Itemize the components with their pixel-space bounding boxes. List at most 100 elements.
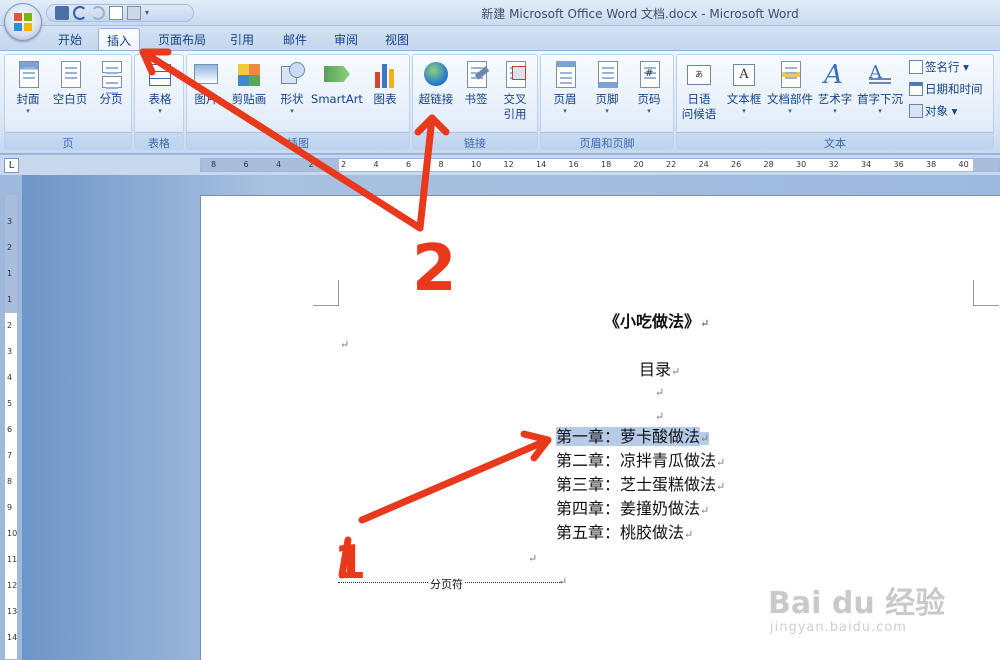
footer-button[interactable]: 页脚 ▾ [587, 58, 627, 115]
greetings-icon: あ [684, 60, 714, 90]
tab-insert[interactable]: 插入 [98, 28, 140, 51]
tab-view[interactable]: 视图 [377, 28, 417, 50]
page-number-button[interactable]: # 页码 ▾ [629, 58, 669, 115]
blank-page-icon [55, 60, 85, 90]
tab-mailings[interactable]: 邮件 [275, 28, 315, 50]
baidu-watermark: Bai du 经验 [768, 586, 946, 621]
group-links-label: 链接 [413, 132, 537, 150]
cover-page-button[interactable]: 封面 ▾ [9, 58, 47, 115]
smartart-icon [322, 60, 352, 90]
bookmark-button[interactable]: 书签 [459, 58, 493, 107]
date-time-button[interactable]: 日期和时间 [909, 79, 983, 99]
header-button[interactable]: 页眉 ▾ [545, 58, 585, 115]
toc-item-4[interactable]: 第四章：姜撞奶做法↵ [556, 498, 709, 520]
smartart-button[interactable]: SmartArt [311, 58, 363, 107]
ruler-number: 4 [276, 160, 282, 169]
ruler-number: 16 [568, 160, 579, 169]
ruler-number: 3 [7, 347, 13, 356]
ruler-number: 20 [633, 160, 644, 169]
toc-heading: 目录↵ [639, 360, 681, 379]
ruler-number: 28 [763, 160, 774, 169]
table-button[interactable]: 表格 ▾ [139, 58, 181, 115]
tab-references[interactable]: 引用 [222, 28, 262, 50]
undo-icon[interactable] [73, 6, 87, 20]
wordart-icon: A [824, 60, 843, 90]
ruler-number: 2 [7, 321, 13, 330]
bookmark-icon [461, 60, 491, 90]
paragraph-mark: ↵ [655, 410, 665, 423]
tab-selector[interactable]: L [4, 158, 19, 173]
paragraph-mark: ↵ [340, 338, 350, 351]
ruler-number: 4 [7, 373, 13, 382]
tab-review[interactable]: 审阅 [326, 28, 366, 50]
footer-icon [592, 60, 622, 90]
ruler-number: 30 [796, 160, 807, 169]
document-title: 《小吃做法》↵ [604, 312, 710, 331]
toc-item-2[interactable]: 第二章：凉拌青瓜做法↵ [556, 450, 725, 472]
shapes-button[interactable]: 形状 ▾ [275, 58, 309, 115]
group-header-footer: 页眉 ▾ 页脚 ▾ # 页码 ▾ 页眉和页脚 [540, 54, 674, 150]
print-icon[interactable] [127, 6, 141, 20]
crop-mark [973, 280, 999, 306]
ruler-number: 14 [536, 160, 547, 169]
toc-item-5[interactable]: 第五章：桃胶做法↵ [556, 522, 693, 544]
quick-parts-button[interactable]: 文档部件 ▾ [765, 58, 815, 115]
tab-home[interactable]: 开始 [50, 28, 90, 50]
group-text-label: 文本 [677, 132, 993, 150]
toc-item-1[interactable]: 第一章：萝卡酸做法↵ [556, 426, 710, 448]
wordart-button[interactable]: A 艺术字 ▾ [815, 58, 855, 115]
object-button[interactable]: 对象 ▾ [909, 101, 957, 121]
clip-art-button[interactable]: 剪贴画 [227, 58, 271, 107]
customize-qat-icon[interactable]: ▾ [145, 6, 153, 20]
horizontal-ruler[interactable]: 8 6 4 2 2 4 6 8 10 12 14 16 18 20 22 24 26 28 30 32 34 36 38 40 [200, 158, 1000, 172]
ruler-number: 8 [7, 477, 13, 486]
new-doc-icon[interactable] [109, 6, 123, 20]
blank-page-button[interactable]: 空白页 [49, 58, 91, 107]
ruler-number: 6 [406, 160, 412, 169]
picture-button[interactable]: 图片 [191, 58, 221, 107]
header-icon [550, 60, 580, 90]
japanese-greetings-button[interactable]: あ 日语 问候语 [679, 58, 719, 122]
tab-page-layout[interactable]: 页面布局 [152, 28, 212, 50]
group-text: あ 日语 问候语 A 文本框 ▾ 文档部件 ▾ A 艺术字 ▾ A 首字下沉 ▾ 签名行… [676, 54, 994, 150]
toc-item-3[interactable]: 第三章：芝士蛋糕做法↵ [556, 474, 725, 496]
paragraph-mark: ↵ [655, 386, 665, 399]
signature-icon [909, 60, 923, 74]
cross-reference-button[interactable]: 交叉 引用 [495, 58, 535, 122]
picture-icon [191, 60, 221, 90]
group-header-footer-label: 页眉和页脚 [541, 132, 673, 150]
group-illustrations-label: 插图 [187, 132, 409, 150]
page-break-icon [96, 60, 126, 90]
page-break-button[interactable]: 分页 [93, 58, 129, 107]
group-tables-label: 表格 [135, 132, 183, 150]
clip-art-icon [234, 60, 264, 90]
ruler-number: 10 [7, 529, 18, 538]
ruler-number: 24 [698, 160, 709, 169]
group-illustrations: 图片 剪贴画 形状 ▾ SmartArt 图表 插图 [186, 54, 410, 150]
group-links: 超链接 书签 交叉 引用 链接 [412, 54, 538, 150]
hyperlink-button[interactable]: 超链接 [415, 58, 457, 107]
vertical-ruler[interactable]: 3 2 1 1 2 3 4 5 6 7 8 9 10 11 12 13 14 [4, 194, 18, 660]
ruler-number: 1 [7, 269, 13, 278]
group-tables: 表格 ▾ 表格 [134, 54, 184, 150]
ruler-number: 6 [7, 425, 13, 434]
redo-icon[interactable] [91, 6, 105, 20]
ruler-number: 26 [731, 160, 742, 169]
text-box-button[interactable]: A 文本框 ▾ [723, 58, 765, 115]
drop-cap-button[interactable]: A 首字下沉 ▾ [855, 58, 905, 115]
chart-button[interactable]: 图表 [367, 58, 403, 107]
signature-line-button[interactable]: 签名行 ▾ [909, 57, 969, 77]
title-bar: ▾ 新建 Microsoft Office Word 文档.docx - Mic… [0, 0, 1000, 26]
save-icon[interactable] [55, 6, 69, 20]
group-pages-label: 页 [5, 132, 131, 150]
ruler-number: 12 [7, 581, 18, 590]
ruler-number: 7 [7, 451, 13, 460]
ruler-number: 9 [7, 503, 13, 512]
watermark-url: jingyan.baidu.com [770, 620, 907, 635]
crop-mark [313, 280, 339, 306]
ruler-number: 8 [438, 160, 444, 169]
ruler-number: 32 [828, 160, 839, 169]
ruler-number: 14 [7, 633, 18, 642]
drop-cap-icon: A [865, 60, 895, 90]
office-button[interactable] [4, 3, 42, 41]
